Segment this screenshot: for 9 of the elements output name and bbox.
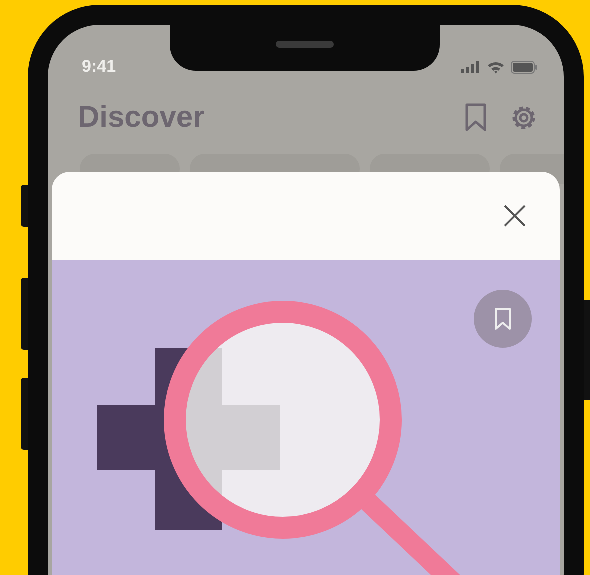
wifi-icon [487, 60, 505, 74]
speaker-grille [276, 41, 334, 48]
signal-icon [461, 61, 481, 73]
close-icon [503, 204, 527, 228]
battery-icon [511, 60, 538, 74]
status-time: 9:41 [82, 56, 116, 78]
page-title: Discover [78, 100, 205, 136]
bookmark-icon [494, 307, 512, 331]
bookmark-icon[interactable] [464, 102, 488, 132]
